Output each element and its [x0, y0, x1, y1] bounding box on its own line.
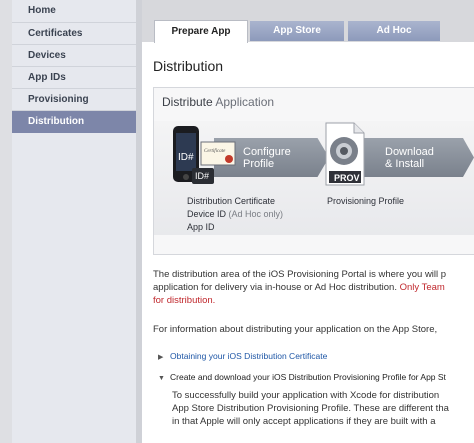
panel-title-rest: Application: [212, 95, 275, 109]
caption-device-id: Device ID (Ad Hoc only): [187, 208, 283, 221]
link-row-certificate: ▶ Obtaining your iOS Distribution Certifi…: [158, 351, 327, 361]
sidebar-item-provisioning[interactable]: Provisioning: [12, 89, 136, 111]
sidebar-item-distribution[interactable]: Distribution: [12, 111, 136, 133]
tab-bar: Prepare App App Store Ad Hoc: [142, 0, 474, 43]
link-row-provisioning: ▼ Create and download your iOS Distributi…: [158, 372, 446, 382]
download-label-line2: & Install: [385, 158, 425, 170]
sidebar-item-home[interactable]: Home: [12, 0, 136, 23]
caption-app-id: App ID: [187, 222, 215, 232]
link-create-provisioning-profile[interactable]: Create and download your iOS Distributio…: [170, 372, 446, 382]
expanded-line-1: To successfully build your application w…: [172, 390, 440, 401]
tab-ad-hoc[interactable]: Ad Hoc: [348, 21, 440, 41]
configure-profile-label: Configure Profile: [243, 146, 291, 170]
link-obtain-distribution-certificate[interactable]: Obtaining your iOS Distribution Certific…: [170, 351, 327, 361]
intro-line-2: application for delivery via in-house or…: [153, 281, 446, 294]
intro-line-1: The distribution area of the iOS Provisi…: [153, 269, 447, 280]
panel-title: Distribute Application: [162, 95, 274, 109]
expanded-section-text: To successfully build your application w…: [172, 389, 449, 428]
panel-title-bold: Distribute: [162, 95, 213, 109]
tab-prepare-app[interactable]: Prepare App: [154, 20, 248, 43]
expanded-triangle-icon[interactable]: ▼: [158, 375, 170, 382]
download-install-label: Download & Install: [385, 146, 434, 170]
configure-label-line2: Profile: [243, 158, 275, 170]
sidebar-item-app-ids[interactable]: App IDs: [12, 67, 136, 89]
collapsed-triangle-icon[interactable]: ▶: [158, 353, 170, 361]
intro-line-3: for distribution.: [153, 295, 216, 306]
intro-warning: Only Team: [399, 282, 445, 293]
intro-line-2-text: application for delivery via in-house or…: [153, 282, 400, 293]
card-id-badge: ID#: [195, 171, 210, 181]
intro-paragraph: The distribution area of the iOS Provisi…: [153, 268, 446, 307]
distribute-application-panel: Distribute Application Configure Profile …: [153, 87, 474, 255]
page-title: Distribution: [153, 58, 224, 74]
app-store-info: For information about distributing your …: [153, 324, 438, 335]
expanded-line-3: in that Apple will only accept applicati…: [172, 416, 436, 427]
configure-label-line1: Configure: [243, 146, 291, 158]
step2-caption: Provisioning Profile: [327, 196, 405, 206]
tab-app-store[interactable]: App Store: [250, 21, 344, 41]
certificate-text: Certificate: [204, 149, 226, 154]
sidebar-item-devices[interactable]: Devices: [12, 45, 136, 67]
sidebar-item-certificates[interactable]: Certificates: [12, 23, 136, 45]
phone-id-badge: ID#: [178, 152, 194, 163]
download-label-line1: Download: [385, 146, 434, 158]
caption-distribution-certificate: Distribution Certificate: [187, 196, 276, 206]
caption-device-id-note: (Ad Hoc only): [226, 209, 284, 219]
sidebar-nav: Home Certificates Devices App IDs Provis…: [12, 0, 136, 443]
main-content: Prepare App App Store Ad Hoc Distributio…: [142, 0, 474, 443]
step1-caption: Distribution Certificate Device ID (Ad H…: [187, 195, 283, 234]
caption-device-id-text: Device ID: [187, 209, 227, 219]
prov-badge: PROV: [334, 173, 360, 183]
expanded-line-2: App Store Distribution Provisioning Prof…: [172, 403, 449, 414]
